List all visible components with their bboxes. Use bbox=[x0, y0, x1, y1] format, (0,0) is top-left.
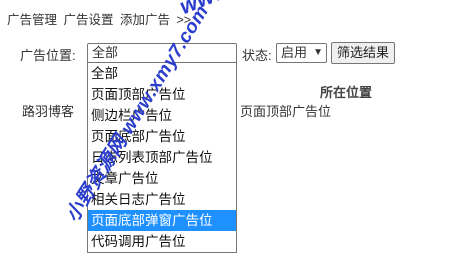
dropdown-option[interactable]: 页面底部弹窗广告位 bbox=[88, 210, 236, 231]
column-header-position: 所在位置 bbox=[320, 85, 373, 100]
breadcrumb-add-ad[interactable]: 添加广告 bbox=[120, 13, 170, 27]
status-select[interactable]: 启用 ▼ bbox=[276, 43, 327, 63]
breadcrumb: 广告管理 广告设置 添加广告 >> bbox=[7, 9, 194, 28]
status-select-value: 启用 bbox=[281, 45, 308, 60]
position-select-value: 全部 bbox=[92, 45, 119, 60]
table-row-name: 路羽博客 bbox=[22, 104, 75, 119]
dropdown-option[interactable]: 代码调用广告位 bbox=[88, 231, 236, 252]
status-filter-label: 状态: bbox=[242, 48, 272, 63]
dropdown-option[interactable]: 相关日志广告位 bbox=[88, 189, 236, 210]
breadcrumb-ad-settings[interactable]: 广告设置 bbox=[64, 13, 114, 27]
dropdown-option[interactable]: 侧边栏广告位 bbox=[88, 105, 236, 126]
breadcrumb-ad-management[interactable]: 广告管理 bbox=[7, 13, 57, 27]
filter-results-button[interactable]: 筛选结果 bbox=[331, 42, 396, 64]
position-filter-label: 广告位置: bbox=[20, 48, 76, 63]
table-row-position: 页面顶部广告位 bbox=[240, 104, 332, 119]
chevron-down-icon: ▼ bbox=[313, 47, 323, 58]
